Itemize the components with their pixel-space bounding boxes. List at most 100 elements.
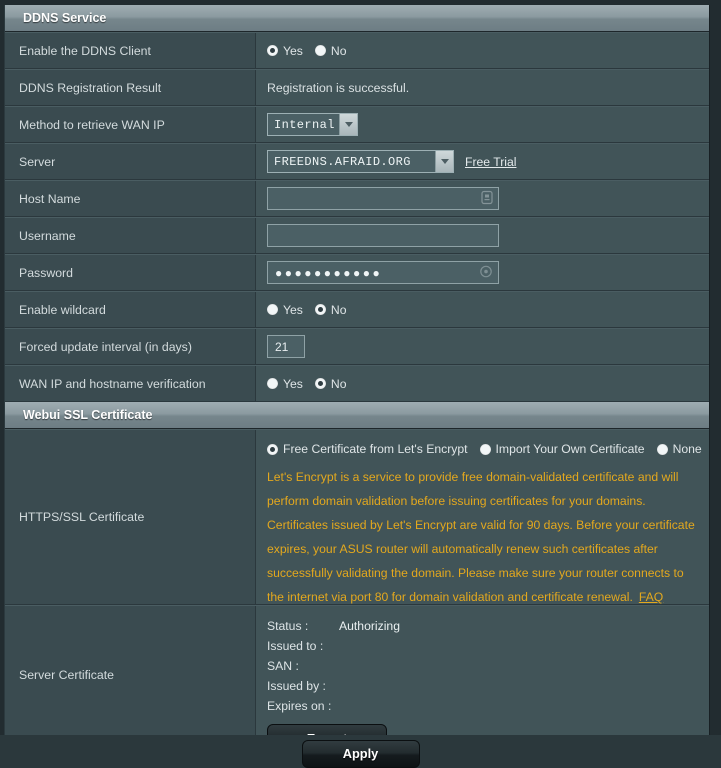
radio-enable-ddns-no[interactable]: No <box>314 43 347 58</box>
password-value: ●●●●●●●●●●● <box>275 265 383 280</box>
radio-enable-ddns-yes[interactable]: Yes <box>267 44 303 58</box>
label-password: Password <box>5 255 256 290</box>
input-host-name[interactable] <box>267 187 499 210</box>
chevron-down-icon[interactable] <box>435 151 453 172</box>
cert-field-san: SAN : <box>267 656 400 676</box>
cert-field-status: Status : Authorizing <box>267 616 400 636</box>
row-wanip-verification: WAN IP and hostname verification Yes No <box>5 365 709 402</box>
row-password: Password ●●●●●●●●●●● <box>5 254 709 291</box>
radio-wildcard-no[interactable]: No <box>314 302 347 317</box>
label-https-ssl-certificate: HTTPS/SSL Certificate <box>5 430 256 604</box>
radio-label-no: No <box>330 43 347 58</box>
select-method-value: Internal <box>274 117 335 132</box>
row-host-name: Host Name <box>5 180 709 217</box>
select-server-value: FREEDNS.AFRAID.ORG <box>274 154 411 169</box>
radio-none[interactable]: None <box>656 442 702 456</box>
cert-field-key: Issued to : <box>267 639 324 653</box>
radio-label-yes: Yes <box>283 43 303 58</box>
radio-label-no: No <box>330 302 347 317</box>
radio-label-free-cert: Free Certificate from Let's Encrypt <box>283 442 468 456</box>
settings-panel: DDNS Service Enable the DDNS Client Yes … <box>4 5 710 753</box>
ssl-description-text: Let's Encrypt is a service to provide fr… <box>267 470 695 604</box>
radio-indicator-icon <box>479 443 491 455</box>
value-wanip-verification: Yes No <box>256 366 709 401</box>
radio-import-own-certificate[interactable]: Import Your Own Certificate <box>479 442 645 456</box>
label-enable-wildcard: Enable wildcard <box>5 292 256 327</box>
label-server-certificate: Server Certificate <box>5 606 256 744</box>
apply-button[interactable]: Apply <box>301 740 420 768</box>
eye-icon[interactable] <box>479 264 493 281</box>
cert-field-key: SAN : <box>267 659 299 673</box>
radio-group-wanip-verification: Yes No <box>267 377 346 391</box>
label-enable-ddns-client: Enable the DDNS Client <box>5 33 256 68</box>
radio-label-import-cert: Import Your Own Certificate <box>495 442 645 456</box>
select-method-wan-ip[interactable]: Internal <box>267 113 358 136</box>
cert-field-expires-on: Expires on : <box>267 696 400 716</box>
cert-field-value: Authorizing <box>339 619 400 633</box>
label-username: Username <box>5 218 256 253</box>
row-enable-wildcard: Enable wildcard Yes No <box>5 291 709 328</box>
value-forced-update-interval: 21 <box>256 329 709 364</box>
radio-group-enable-wildcard: Yes No <box>267 303 346 317</box>
label-method-wan-ip: Method to retrieve WAN IP <box>5 107 256 142</box>
value-username <box>256 218 709 253</box>
radio-wanip-no[interactable]: No <box>314 376 347 391</box>
router-settings-page: DDNS Service Enable the DDNS Client Yes … <box>0 0 721 768</box>
row-server-certificate: Server Certificate Status : Authorizing … <box>5 605 709 753</box>
chevron-down-icon[interactable] <box>339 114 357 135</box>
radio-indicator-icon <box>267 45 278 56</box>
faq-link[interactable]: FAQ <box>639 590 663 604</box>
cert-field-issued-by: Issued by : <box>267 676 400 696</box>
input-username[interactable] <box>267 224 499 247</box>
label-forced-update-interval: Forced update interval (in days) <box>5 329 256 364</box>
cert-field-issued-to: Issued to : <box>267 636 400 656</box>
radio-indicator-icon <box>656 443 668 455</box>
value-enable-wildcard: Yes No <box>256 292 709 327</box>
label-wanip-verification: WAN IP and hostname verification <box>5 366 256 401</box>
label-host-name: Host Name <box>5 181 256 216</box>
row-registration-result: DDNS Registration Result Registration is… <box>5 69 709 106</box>
row-https-ssl-certificate: HTTPS/SSL Certificate Free Certificate f… <box>5 429 709 605</box>
radio-wanip-yes[interactable]: Yes <box>267 377 303 391</box>
section-header-ddns: DDNS Service <box>5 5 709 32</box>
radio-label-yes: Yes <box>283 302 303 317</box>
footer-actions: Apply <box>0 740 721 768</box>
radio-indicator-icon <box>314 378 326 389</box>
radio-label-no: No <box>330 376 347 391</box>
select-server[interactable]: FREEDNS.AFRAID.ORG <box>267 150 454 173</box>
radio-indicator-icon <box>314 304 326 315</box>
radio-indicator-icon <box>267 378 278 389</box>
radio-indicator-icon <box>314 45 326 56</box>
radio-group-enable-ddns-client: Yes No <box>267 44 346 58</box>
row-server: Server FREEDNS.AFRAID.ORG Free Trial <box>5 143 709 180</box>
cert-field-key: Issued by : <box>267 679 326 693</box>
radio-indicator-icon <box>267 304 278 315</box>
ssl-description: Let's Encrypt is a service to provide fr… <box>267 456 709 618</box>
value-password: ●●●●●●●●●●● <box>256 255 709 290</box>
row-method-wan-ip: Method to retrieve WAN IP Internal <box>5 106 709 143</box>
cert-field-key: Status : <box>267 619 309 633</box>
radio-label-none: None <box>672 442 702 456</box>
forced-update-value: 21 <box>275 339 289 354</box>
radio-wildcard-yes[interactable]: Yes <box>267 303 303 317</box>
value-method-wan-ip: Internal <box>256 107 709 142</box>
radio-indicator-icon <box>267 443 278 455</box>
label-server: Server <box>5 144 256 179</box>
radio-label-yes: Yes <box>283 376 303 391</box>
id-card-icon[interactable] <box>481 190 493 207</box>
input-forced-update-interval[interactable]: 21 <box>267 335 305 358</box>
value-https-ssl-certificate: Free Certificate from Let's Encrypt Impo… <box>256 430 709 604</box>
value-registration-result: Registration is successful. <box>256 70 709 105</box>
value-enable-ddns-client: Yes No <box>256 33 709 68</box>
label-registration-result: DDNS Registration Result <box>5 70 256 105</box>
radio-free-lets-encrypt[interactable]: Free Certificate from Let's Encrypt <box>267 442 468 456</box>
value-host-name <box>256 181 709 216</box>
radio-group-https-ssl-certificate: Free Certificate from Let's Encrypt Impo… <box>267 442 702 456</box>
value-server: FREEDNS.AFRAID.ORG Free Trial <box>256 144 709 179</box>
section-header-ssl: Webui SSL Certificate <box>5 402 709 429</box>
input-password[interactable]: ●●●●●●●●●●● <box>267 261 499 284</box>
row-forced-update-interval: Forced update interval (in days) 21 <box>5 328 709 365</box>
free-trial-link[interactable]: Free Trial <box>465 155 516 169</box>
row-enable-ddns-client: Enable the DDNS Client Yes No <box>5 32 709 69</box>
cert-field-key: Expires on : <box>267 699 332 713</box>
